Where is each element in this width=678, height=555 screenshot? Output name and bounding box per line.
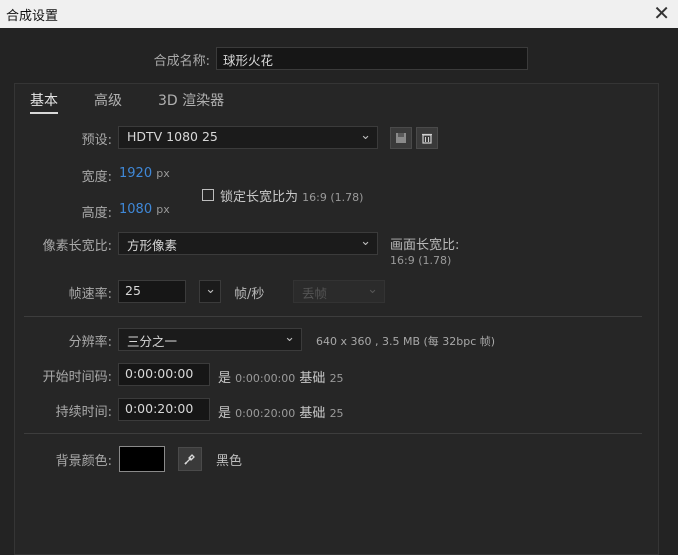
- chevron-down-icon: ⌄: [284, 330, 295, 345]
- pixel-aspect-label: 像素长宽比:: [42, 239, 112, 254]
- lock-aspect-ratio: 16:9 (1.78): [302, 191, 364, 204]
- chevron-down-icon: ⌄: [205, 282, 216, 297]
- height-label: 高度:: [81, 206, 112, 221]
- drop-frame-value: 丢帧: [302, 286, 328, 301]
- window-title: 合成设置: [6, 9, 59, 24]
- save-preset-icon[interactable]: [390, 127, 412, 149]
- duration-base-value: 25: [329, 407, 344, 420]
- eyedropper-icon[interactable]: [178, 447, 202, 471]
- start-timecode-is-value: 0:00:00:00: [235, 372, 296, 385]
- background-color-swatch[interactable]: [119, 446, 165, 472]
- tab-basic[interactable]: 基本: [30, 90, 58, 114]
- comp-name-input[interactable]: 球形火花: [216, 47, 528, 70]
- start-timecode-base-label: 基础: [299, 371, 326, 386]
- frame-rate-dropdown[interactable]: ⌄: [199, 280, 221, 303]
- lock-aspect-label: 锁定长宽比为: [220, 190, 299, 205]
- duration-label: 持续时间:: [55, 405, 112, 420]
- pixel-aspect-value: 方形像素: [127, 238, 178, 253]
- resolution-label: 分辨率:: [68, 335, 112, 350]
- lock-aspect-checkbox[interactable]: [202, 189, 214, 201]
- settings-panel: [14, 83, 659, 555]
- background-color-name: 黑色: [216, 454, 243, 469]
- drop-frame-dropdown: 丢帧 ⌄: [293, 280, 385, 303]
- section-divider: [24, 433, 642, 434]
- duration-is-label: 是: [218, 406, 232, 421]
- height-value[interactable]: 1080: [119, 202, 152, 217]
- duration-input[interactable]: 0:00:20:00: [118, 398, 210, 421]
- resolution-value: 三分之一: [127, 334, 178, 349]
- start-timecode-label: 开始时间码:: [42, 370, 112, 385]
- chevron-down-icon: ⌄: [367, 282, 378, 297]
- preset-dropdown[interactable]: HDTV 1080 25 ⌄: [118, 126, 378, 149]
- height-unit: px: [156, 203, 170, 216]
- section-divider: [24, 316, 642, 317]
- frame-rate-input[interactable]: 25: [118, 280, 186, 303]
- title-bar: 合成设置 ✕: [0, 0, 678, 28]
- frame-aspect-value: 16:9 (1.78): [390, 254, 452, 267]
- width-label: 宽度:: [81, 170, 112, 185]
- trash-icon[interactable]: [416, 127, 438, 149]
- frame-rate-label: 帧速率:: [68, 287, 112, 302]
- duration-base-label: 基础: [299, 406, 326, 421]
- width-unit: px: [156, 167, 170, 180]
- start-timecode-input[interactable]: 0:00:00:00: [118, 363, 210, 386]
- frame-aspect-label: 画面长宽比:: [390, 238, 460, 253]
- resolution-dropdown[interactable]: 三分之一 ⌄: [118, 328, 302, 351]
- close-icon[interactable]: ✕: [653, 2, 670, 24]
- tab-advanced[interactable]: 高级: [94, 90, 122, 110]
- chevron-down-icon: ⌄: [360, 128, 371, 143]
- preset-value: HDTV 1080 25: [127, 129, 218, 144]
- tab-3d-renderer[interactable]: 3D 渲染器: [158, 90, 224, 110]
- frame-rate-unit: 帧/秒: [234, 287, 265, 302]
- pixel-aspect-dropdown[interactable]: 方形像素 ⌄: [118, 232, 378, 255]
- duration-is-value: 0:00:20:00: [235, 407, 296, 420]
- width-value[interactable]: 1920: [119, 166, 152, 181]
- chevron-down-icon: ⌄: [360, 234, 371, 249]
- start-timecode-base-value: 25: [329, 372, 344, 385]
- preset-label: 预设:: [81, 133, 112, 148]
- start-timecode-is-label: 是: [218, 371, 232, 386]
- background-color-label: 背景颜色:: [55, 454, 112, 469]
- resolution-info: 640 x 360 , 3.5 MB (每 32bpc 帧): [316, 335, 496, 348]
- comp-name-label: 合成名称:: [153, 54, 210, 69]
